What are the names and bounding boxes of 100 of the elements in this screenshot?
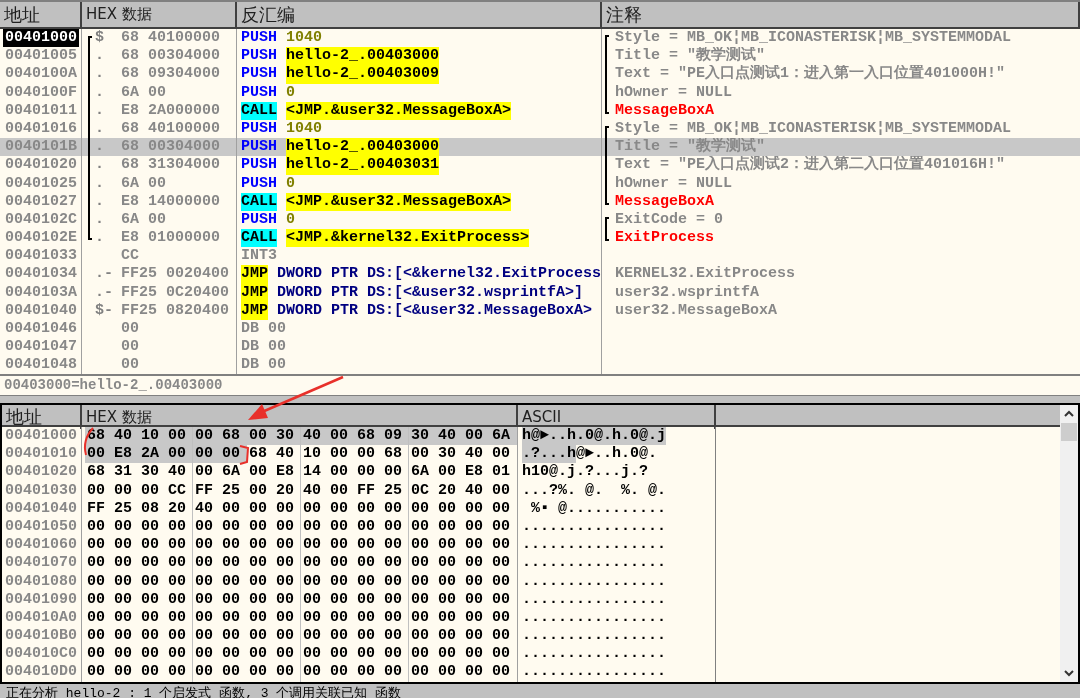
column-header[interactable]: HEX 数据: [82, 2, 237, 27]
hex-byte: 00: [329, 645, 349, 664]
hex-byte: 00: [302, 536, 322, 555]
hex-byte: 00: [85, 445, 112, 464]
hex-byte: 40: [464, 445, 484, 464]
hex-byte: 00: [491, 536, 511, 555]
hex-byte: 00: [274, 627, 301, 646]
address-text: 00401000: [5, 427, 77, 446]
hex-byte: 00: [274, 499, 301, 518]
ascii-text: ................: [522, 572, 667, 591]
hex-byte: 40: [436, 427, 463, 446]
code-row[interactable]: 0040103A .- FF25 0C20400 JMP DWORD PTR DS:[<&user32.wsprintfA>] user32.wsprintfA: [0, 283, 1080, 302]
code-row[interactable]: 00401011 . E8 2A000000 CALL <JMP.&user32.MessageBoxA> MessageBoxA: [0, 101, 1080, 120]
hex-byte: 00: [382, 590, 409, 609]
hex-byte: 68: [355, 427, 382, 446]
address-text: 004010C0: [5, 645, 77, 664]
column-header[interactable]: 地址: [0, 2, 82, 27]
hex-byte: 00: [274, 590, 301, 609]
hex-byte: 00: [248, 481, 268, 500]
hex-byte: 40: [274, 445, 301, 464]
hex-byte: 00: [166, 645, 193, 664]
scroll-thumb[interactable]: [1061, 423, 1077, 441]
code-row[interactable]: 00401034 .- FF25 0020400 JMP DWORD PTR DS:[<&kernel32.ExitProcess KERNEL32.ExitProcess: [0, 265, 1080, 284]
hex-byte: 00: [329, 445, 349, 464]
hex-byte: 00: [410, 608, 430, 628]
hex-byte: 00: [302, 645, 322, 664]
mnemonic: DB: [241, 320, 259, 339]
hex-byte: 00: [166, 517, 193, 537]
mnemonic: PUSH: [241, 47, 277, 66]
column-header[interactable]: 地址: [2, 405, 82, 429]
hex-byte: 00: [410, 445, 430, 464]
ascii-text: ...?%. @. %. @.: [522, 481, 667, 500]
hex-byte: 00: [113, 554, 133, 573]
hex-bytes: 6A 00: [121, 210, 166, 230]
mnemonic: PUSH: [241, 119, 277, 139]
hex-byte: 00: [113, 536, 133, 555]
code-row[interactable]: 00401040 $- FF25 0820400 JMP DWORD PTR DS:[<&user32.MessageBoxA> user32.MessageBoxA: [0, 301, 1080, 320]
code-row[interactable]: 00401020 . 68 31304000 PUSH hello-2_.00403031 Text = "PE入口点测试2：进入第二入口位置401016H!": [0, 156, 1080, 175]
hex-byte: E8: [464, 463, 484, 482]
hex-bytes: FF25 0020400: [121, 265, 230, 284]
hex-byte: 40: [194, 499, 214, 518]
code-row[interactable]: 00401025 . 6A 00 PUSH 0 hOwner = NULL: [0, 174, 1080, 193]
hex-byte: 20: [437, 481, 457, 500]
hex-byte: 00: [247, 427, 274, 446]
hex-byte: 00: [194, 627, 214, 646]
address-text: 00401030: [5, 481, 77, 500]
code-row[interactable]: 0040100A . 68 09304000 PUSH hello-2_.00403009 Text = "PE入口点测试1：进入第一入口位置401000H!": [0, 65, 1080, 84]
code-row[interactable]: 0040100F . 6A 00 PUSH 0 hOwner = NULL: [0, 83, 1080, 102]
hex-byte: 0C: [410, 481, 430, 500]
operand: 0: [286, 210, 296, 230]
hex-bytes: CC: [121, 247, 139, 266]
hex-byte: 00: [194, 536, 214, 555]
scrollbar[interactable]: [1060, 405, 1078, 682]
code-row[interactable]: 00401027 . E8 14000000 CALL <JMP.&user32.MessageBoxA> MessageBoxA: [0, 192, 1080, 211]
hex-byte: 00: [86, 663, 106, 682]
code-row[interactable]: 0040102E . E8 01000000 CALL <JMP.&kernel32.ExitProcess> ExitProcess: [0, 229, 1080, 248]
ascii-text: h@►..h.0@.h.0@.j: [522, 427, 667, 446]
mark-symbol: .: [94, 229, 105, 248]
hex-byte: 00: [194, 663, 214, 682]
mark-symbol: .: [94, 101, 105, 120]
comment-text: hOwner = NULL: [614, 83, 733, 102]
mnemonic: DB: [241, 356, 259, 374]
hex-byte: 10: [302, 445, 322, 464]
operand: 00: [268, 338, 287, 357]
address-text: 00401020: [4, 156, 78, 175]
hex-byte: 00: [329, 663, 349, 682]
hex-byte: 20: [274, 481, 301, 500]
comment-text: Text = "PE入口点测试1：进入第一入口位置401000H!": [614, 65, 1006, 84]
code-row[interactable]: 0040101B . 68 00304000 PUSH hello-2_.00403000 Title = "教学测试": [0, 138, 1080, 157]
operand: hello-2_.00403009: [286, 65, 440, 84]
hex-byte: 00: [221, 627, 241, 646]
address-text: 00401010: [5, 445, 77, 464]
hex-byte: 00: [113, 663, 133, 682]
address-text: 00401090: [5, 590, 77, 609]
hex-bytes: 68 31304000: [121, 156, 221, 175]
code-row[interactable]: 00401046 00 DB 00: [0, 320, 1080, 339]
address-text: 004010D0: [5, 663, 77, 682]
column-header[interactable]: 注释: [602, 2, 1080, 27]
hex-byte: 00: [221, 572, 241, 591]
code-row[interactable]: 00401047 00 DB 00: [0, 338, 1080, 357]
hex-byte: 00: [382, 572, 409, 591]
hex-byte: 00: [221, 645, 241, 664]
mark-symbol: .: [94, 174, 105, 193]
hex-byte: 40: [464, 481, 484, 500]
hex-byte: 00: [410, 572, 430, 591]
hex-byte: 00: [356, 627, 376, 646]
address-text: 00401060: [5, 536, 77, 555]
hex-byte: 00: [410, 499, 430, 518]
mark-symbol: $-: [94, 301, 114, 320]
hex-byte: 00: [166, 608, 193, 628]
hex-byte: 00: [86, 572, 106, 591]
hex-byte: 00: [274, 663, 301, 682]
mark-symbol: .: [94, 156, 105, 175]
mnemonic: PUSH: [241, 156, 277, 175]
address-text: 00401047: [4, 338, 78, 357]
hex-byte: 10: [139, 427, 166, 446]
code-row[interactable]: 00401005 . 68 00304000 PUSH hello-2_.00403000 Title = "教学测试": [0, 47, 1080, 66]
hex-byte: 00: [86, 608, 106, 628]
column-header[interactable]: 反汇编: [237, 2, 602, 27]
comment-text: MessageBoxA: [614, 192, 715, 211]
